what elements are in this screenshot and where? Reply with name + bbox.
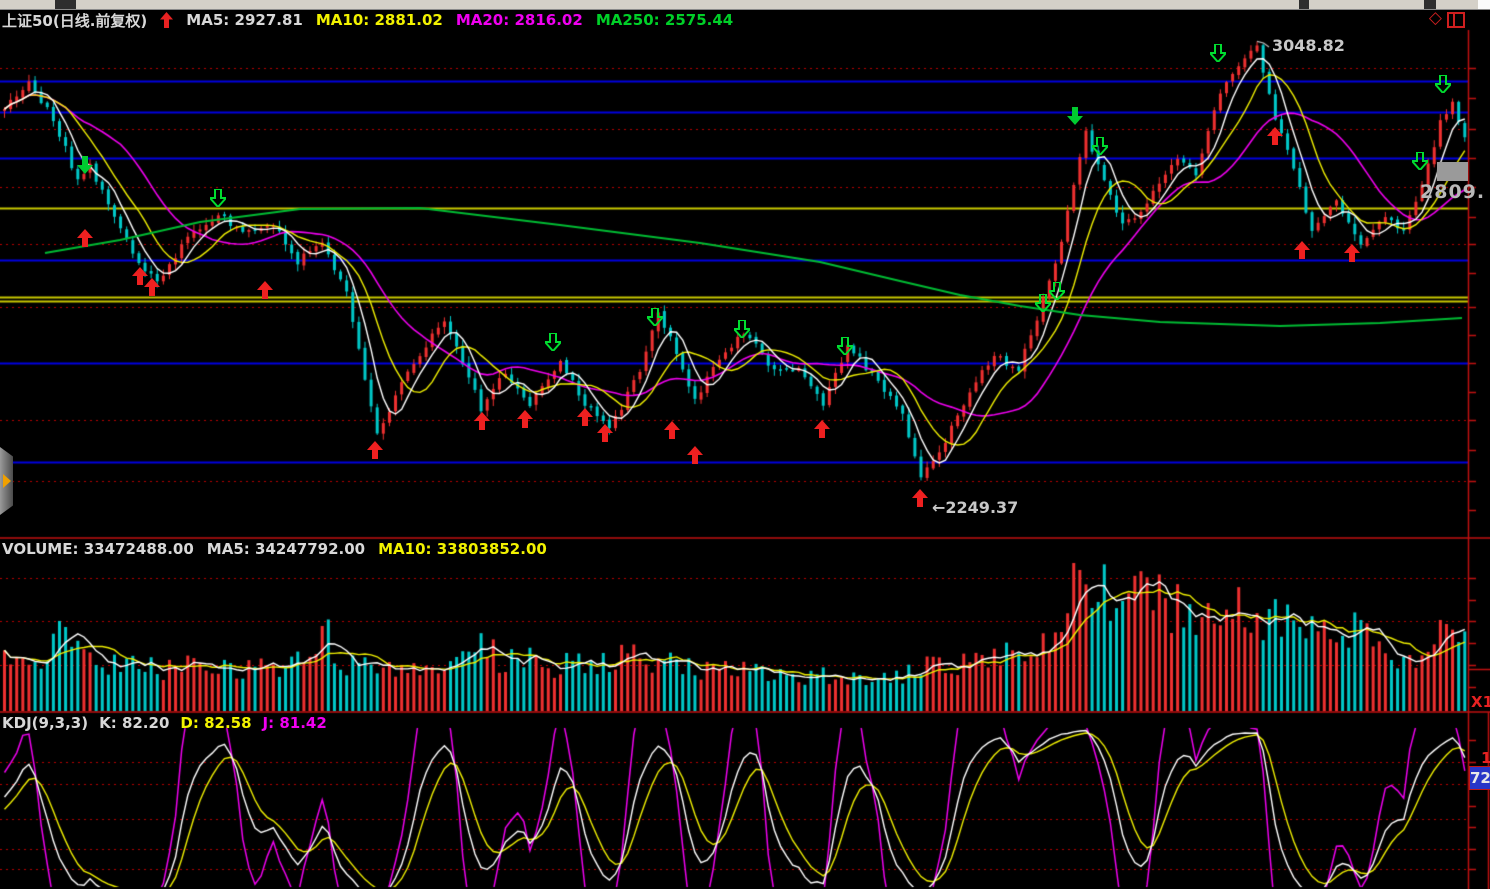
- sell-signal-arrow: [837, 337, 853, 355]
- buy-signal-arrow: [257, 281, 273, 299]
- expand-right-icon: [3, 474, 11, 488]
- buy-signal-arrow: [687, 446, 703, 464]
- buy-signal-arrow: [144, 278, 160, 296]
- kdj-header: KDJ(9,3,3) K: 82.20 D: 82.58 J: 81.42: [0, 714, 327, 732]
- sell-signal-arrow: [734, 320, 750, 338]
- window-top-strip: [0, 0, 1490, 10]
- ma250-readout: MA250: 2575.44: [596, 11, 733, 29]
- buy-signal-arrow: [77, 229, 93, 247]
- x1-axis-label: X1: [1471, 693, 1490, 711]
- strip-notch: [55, 0, 76, 9]
- sell-signal-arrow: [1412, 152, 1428, 170]
- kdj-k-readout: K: 82.20: [99, 714, 169, 732]
- panel-slide-handle[interactable]: [0, 447, 13, 515]
- sell-signal-arrow: [1049, 282, 1065, 300]
- buy-signal-arrow: [367, 441, 383, 459]
- buy-signal-arrow: [912, 489, 928, 507]
- buy-signal-arrow: [664, 421, 680, 439]
- clipped-axis-digit: 1: [1481, 749, 1490, 767]
- sell-signal-arrow: [210, 189, 226, 207]
- high-price-annotation: 3048.82: [1272, 36, 1345, 55]
- kdj-name[interactable]: KDJ(9,3,3): [2, 714, 88, 732]
- buy-signal-arrow: [474, 412, 490, 430]
- split-icon-bar: [1453, 14, 1455, 26]
- kdj-d-readout: D: 82.58: [180, 714, 251, 732]
- kdj-j-readout: J: 81.42: [263, 714, 327, 732]
- sell-signal-arrow: [1435, 75, 1451, 93]
- symbol-title[interactable]: 上证50(日线.前复权): [2, 10, 147, 31]
- strip-notch: [1299, 0, 1309, 9]
- buy-signal-arrow: [1344, 244, 1360, 262]
- kdj-current-value-box: 72: [1469, 766, 1490, 790]
- sell-signal-arrow: [1210, 44, 1226, 62]
- ma5-readout: MA5: 2927.81: [186, 11, 303, 29]
- chart-header: 上证50(日线.前复权) MA5: 2927.81 MA10: 2881.02 …: [0, 10, 1470, 30]
- sell-signal-arrow: [77, 156, 93, 174]
- last-price-marker: [1437, 162, 1468, 181]
- sell-signal-arrow: [1067, 107, 1083, 125]
- buy-signal-arrow: [597, 424, 613, 442]
- sell-signal-arrow: [647, 308, 663, 326]
- ma10-readout: MA10: 2881.02: [316, 11, 443, 29]
- buy-signal-arrow: [577, 408, 593, 426]
- buy-signal-arrow: [1267, 127, 1283, 145]
- last-price-label: 2809.: [1420, 181, 1485, 203]
- sell-signal-arrow: [1092, 137, 1108, 155]
- up-arrow-icon: [160, 12, 173, 28]
- stock-chart-app: 上证50(日线.前复权) MA5: 2927.81 MA10: 2881.02 …: [0, 0, 1490, 889]
- diamond-icon[interactable]: ◇: [1429, 9, 1442, 27]
- volume-header: VOLUME: 33472488.00 MA5: 34247792.00 MA1…: [0, 540, 547, 558]
- ma20-readout: MA20: 2816.02: [456, 11, 583, 29]
- volume-ma10-readout: MA10: 33803852.00: [378, 540, 547, 558]
- low-price-annotation: ←2249.37: [932, 498, 1018, 517]
- buy-signal-arrow: [517, 410, 533, 428]
- volume-readout: VOLUME: 33472488.00: [2, 540, 194, 558]
- window-split-icon[interactable]: [1447, 12, 1465, 28]
- sell-signal-arrow: [545, 333, 561, 351]
- volume-ma5-readout: MA5: 34247792.00: [207, 540, 365, 558]
- strip-highlight: [1478, 0, 1490, 9]
- buy-signal-arrow: [814, 420, 830, 438]
- buy-signal-arrow: [1294, 241, 1310, 259]
